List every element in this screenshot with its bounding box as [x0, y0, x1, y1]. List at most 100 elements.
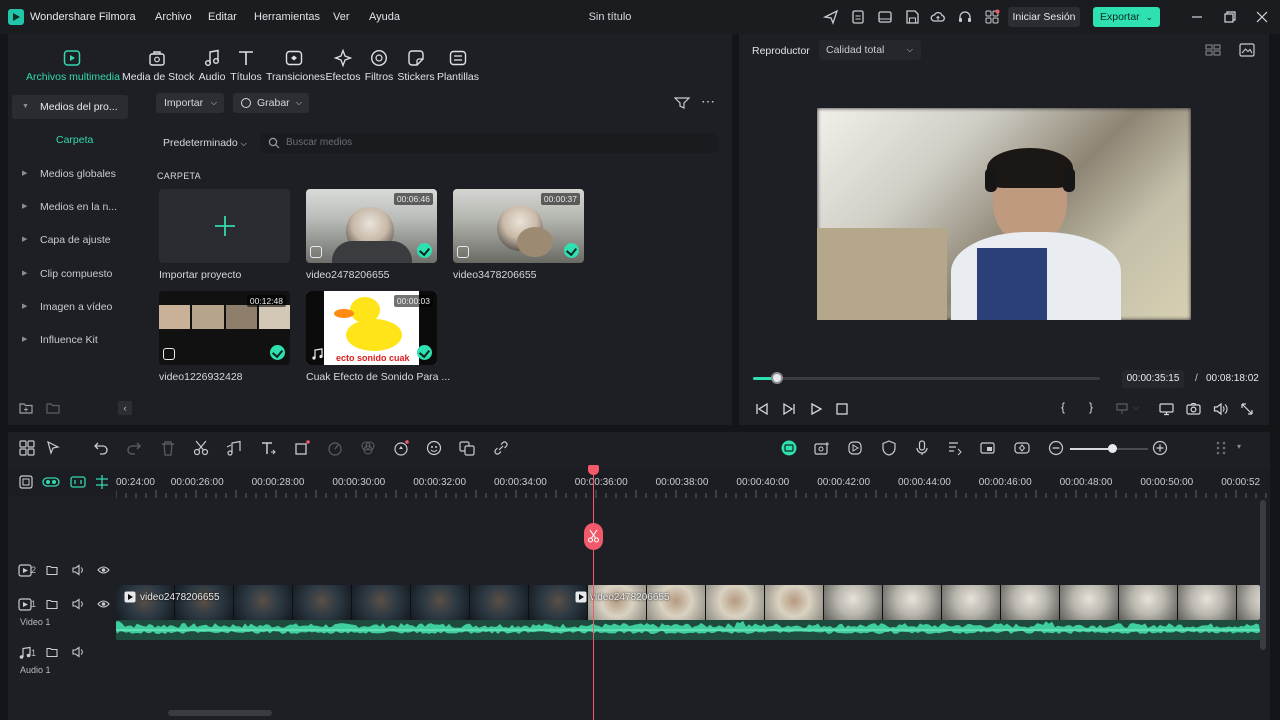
media-thumbnail[interactable]: 00:06:46 [306, 189, 437, 263]
ai-tools-icon[interactable] [392, 439, 410, 457]
new-folder-icon[interactable] [19, 401, 33, 415]
display-icon[interactable] [1159, 402, 1174, 416]
folder-icon[interactable] [46, 401, 60, 415]
save-icon[interactable] [904, 9, 920, 25]
grid-view-icon[interactable] [1205, 44, 1221, 56]
record-dropdown[interactable]: Grabar ⌵ [233, 93, 309, 113]
translate-icon[interactable] [458, 439, 476, 457]
chevron-down-icon[interactable]: ⌵ [1133, 403, 1139, 413]
redo-icon[interactable] [125, 439, 143, 457]
media-thumbnail[interactable]: ecto sonido cuak 00:00:03 [306, 291, 437, 365]
filter-sort-icon[interactable] [674, 96, 690, 110]
sidebar-item-clip-compuesto[interactable]: ▶ Clip compuesto [12, 262, 128, 286]
tab-titulos[interactable]: Títulos [230, 48, 262, 83]
video-clip-strip[interactable] [116, 585, 1260, 620]
magnet-icon[interactable] [70, 474, 86, 490]
chevron-down-icon[interactable]: ▾ [1237, 442, 1241, 451]
fullscreen-icon[interactable] [1240, 402, 1254, 416]
sidebar-item-medios-del-proyecto[interactable]: ▼ Medios del pro... [12, 95, 128, 119]
sidebar-item-imagen-a-video[interactable]: ▶ Imagen a vídeo [12, 295, 128, 319]
undo-icon[interactable] [92, 439, 110, 457]
tab-filtros[interactable]: Filtros [362, 48, 396, 83]
folder-icon[interactable] [46, 598, 58, 610]
link-clips-icon[interactable] [42, 474, 60, 490]
audio-waveform[interactable] [116, 620, 1260, 640]
search-input[interactable]: Buscar medios [260, 133, 718, 153]
tab-media-de-stock[interactable]: Media de Stock [122, 48, 194, 83]
menu-herramientas[interactable]: Herramientas [254, 11, 320, 23]
select-arrow-icon[interactable] [45, 439, 63, 457]
layout-icon[interactable] [877, 9, 893, 25]
video-preview[interactable] [817, 108, 1191, 320]
motion-tracking-icon[interactable] [846, 439, 864, 457]
sort-dropdown[interactable]: Predeterminado ⌵ [163, 137, 247, 149]
tab-efectos[interactable]: Efectos [325, 48, 361, 83]
media-thumbnail[interactable]: 00:12:48 [159, 291, 290, 365]
menu-editar[interactable]: Editar [208, 11, 237, 23]
keyframe-icon[interactable] [1013, 439, 1031, 457]
mark-out-icon[interactable]: } [1089, 400, 1093, 414]
audio-edit-icon[interactable] [225, 439, 243, 457]
eye-icon[interactable] [97, 598, 110, 610]
import-dropdown[interactable]: Importar ⌵ [156, 93, 224, 113]
playhead-handle[interactable] [588, 465, 599, 475]
face-effect-icon[interactable] [425, 439, 443, 457]
collapse-sidebar-icon[interactable]: ‹ [118, 401, 132, 415]
insert-icon[interactable] [1115, 402, 1129, 416]
clipboard-icon[interactable] [850, 9, 866, 25]
close-icon[interactable] [1253, 8, 1271, 26]
zoom-in-icon[interactable] [1151, 439, 1169, 457]
playback-scrubber[interactable] [753, 372, 1100, 384]
microphone-icon[interactable] [913, 439, 931, 457]
sidebar-item-capa-de-ajuste[interactable]: ▶ Capa de ajuste [12, 228, 128, 252]
playhead[interactable] [593, 468, 594, 720]
sidebar-item-carpeta[interactable]: Carpeta [56, 134, 93, 146]
zoom-handle[interactable] [1108, 444, 1117, 453]
color-icon[interactable] [359, 439, 377, 457]
shield-icon[interactable] [880, 439, 898, 457]
stop-icon[interactable] [835, 402, 849, 416]
folder-icon[interactable] [46, 564, 58, 576]
eye-icon[interactable] [97, 564, 110, 576]
more-options-icon[interactable]: ⋯ [701, 93, 716, 110]
link-icon[interactable] [492, 439, 510, 457]
send-icon[interactable] [823, 9, 839, 25]
menu-ayuda[interactable]: Ayuda [369, 11, 400, 23]
split-button[interactable] [584, 523, 603, 550]
quality-dropdown[interactable]: Calidad total ⌵ [819, 40, 921, 60]
pip-icon[interactable] [979, 439, 997, 457]
camera-snapshot-icon[interactable] [1186, 402, 1201, 416]
snapshot-view-icon[interactable] [1239, 43, 1255, 57]
subtitles-icon[interactable] [946, 439, 964, 457]
volume-icon[interactable] [72, 646, 85, 658]
crop-icon[interactable] [293, 439, 311, 457]
vertical-scrollbar[interactable] [1260, 500, 1266, 650]
tab-audio[interactable]: Audio [196, 48, 228, 83]
headset-icon[interactable] [957, 9, 973, 25]
import-project-card[interactable] [159, 189, 290, 263]
volume-icon[interactable] [72, 598, 85, 610]
scrubber-handle[interactable] [771, 372, 784, 384]
play-next-frame-icon[interactable] [782, 402, 796, 416]
add-track-icon[interactable] [18, 474, 34, 490]
tab-archivos-multimedia[interactable]: Archivos multimedia [26, 48, 120, 83]
tab-plantillas[interactable]: Plantillas [436, 48, 480, 83]
apps-grid-icon[interactable] [984, 9, 1000, 25]
tab-transiciones[interactable]: Transiciones [266, 48, 325, 83]
speed-icon[interactable] [326, 439, 344, 457]
horizontal-scrollbar[interactable] [168, 710, 272, 716]
menu-ver[interactable]: Ver [333, 11, 350, 23]
volume-icon[interactable] [72, 564, 85, 576]
export-button[interactable]: Exportar ⌄ [1093, 7, 1160, 27]
previous-frame-icon[interactable] [755, 402, 769, 416]
minimize-icon[interactable] [1188, 8, 1206, 26]
scene-detect-icon[interactable] [813, 439, 831, 457]
folder-icon[interactable] [46, 646, 58, 658]
sidebar-item-medios-en-la-nube[interactable]: ▶ Medios en la n... [12, 195, 128, 219]
volume-icon[interactable] [1213, 402, 1228, 416]
login-button[interactable]: Iniciar Sesión [1008, 7, 1080, 27]
play-icon[interactable] [809, 402, 823, 416]
restore-icon[interactable] [1221, 8, 1239, 26]
cloud-upload-icon[interactable] [930, 9, 946, 25]
sidebar-item-medios-globales[interactable]: ▶ Medios globales [12, 162, 128, 186]
